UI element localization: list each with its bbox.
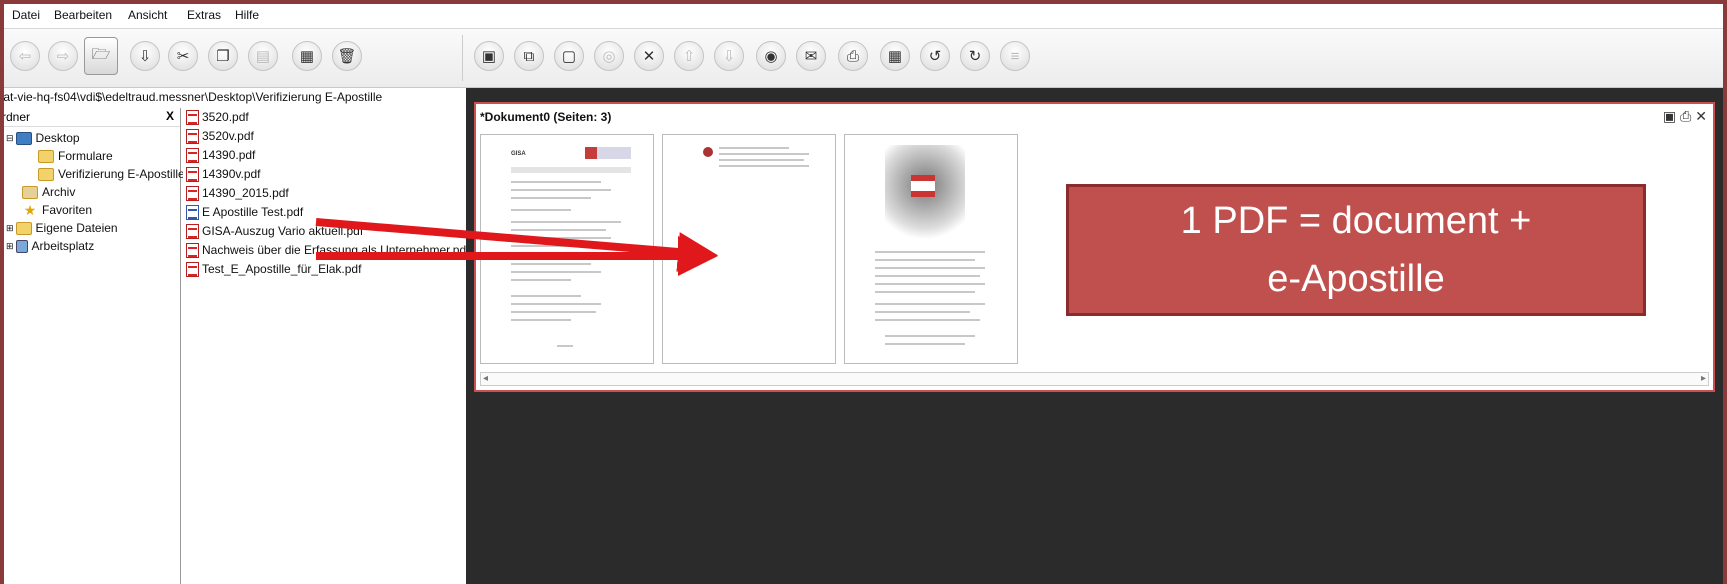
callout-line-1: 1 PDF = document + <box>1180 200 1532 242</box>
callout-line-2: e-Apostille <box>1267 258 1445 300</box>
arrow-line-1 <box>315 218 718 272</box>
annotation-callout: 1 PDF = document + e-Apostille <box>1066 184 1646 316</box>
app-window: Datei Bearbeiten Ansicht Extras Hilfe ⇦ … <box>4 4 1723 584</box>
